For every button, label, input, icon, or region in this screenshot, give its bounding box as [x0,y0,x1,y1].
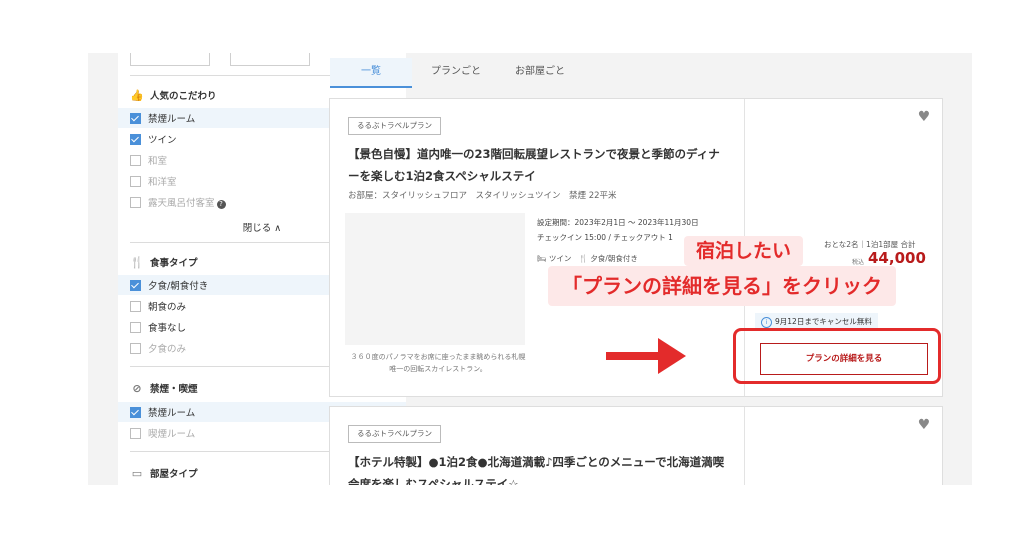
max-price-input[interactable] [230,53,310,66]
plan-badge: るるぶトラベルプラン [348,117,441,135]
room-type-tag: ツイン [548,254,572,263]
plan-title[interactable]: 【景色自慢】道内唯一の23階回転展望レストランで夜景と季節のディナーを楽しむ1泊… [348,143,728,187]
plan-badge: るるぶトラベルプラン [348,425,441,443]
plan-tags: 🛏 ツイン 🍴 夕食/朝食付き [537,253,638,264]
checkbox[interactable] [130,427,141,439]
favorite-heart-icon[interactable]: ♥ [916,417,932,433]
checkbox[interactable] [130,300,141,312]
tab-by-room[interactable]: お部屋ごと [500,58,580,86]
plan-period: 設定期間：2023年2月1日 ～ 2023年11月30日 [537,218,699,227]
view-tabs: 一覧 プランごと お部屋ごと [330,58,940,88]
annotation-line-1: 宿泊したい [684,236,804,266]
plan-card-body: るるぶトラベルプラン 【ホテル特製】●1泊2食●北海道満載♪四季ごとのメニューで… [330,407,745,485]
plan-photo[interactable] [345,213,525,345]
help-icon[interactable]: ? [216,200,226,209]
meal-tag: 夕食/朝食付き [590,254,638,263]
section-title-room-type: ▭ 部屋タイプ [131,466,198,481]
section-title-meal: 🍴 食事タイプ [130,255,198,270]
checkin-checkout: チェックイン 15:00 / チェックアウト 1 [537,233,673,242]
checkbox[interactable] [130,175,141,187]
min-price-input[interactable] [130,53,210,66]
plan-title[interactable]: 【ホテル特製】●1泊2食●北海道満載♪四季ごとのメニューで北海道満喫会席を楽しむ… [348,451,728,485]
tab-by-plan[interactable]: プランごと [416,58,496,86]
fork-knife-icon: 🍴 [130,255,144,269]
arrow-right-icon [606,338,686,374]
checkbox[interactable] [130,154,141,166]
checkbox[interactable] [130,279,141,291]
photo-caption: ３６０度のパノラマをお席に座ったまま眺められる札幌唯一の回転スカイレストラン。 [350,353,526,373]
section-title-smoking: ⊘ 禁煙・喫煙 [130,381,197,396]
bed-icon: ▭ [131,466,143,480]
plan-price: 44,000 [868,249,926,267]
no-smoking-icon: ⊘ [132,381,142,395]
plan-card: るるぶトラベルプラン 【ホテル特製】●1泊2食●北海道満載♪四季ごとのメニューで… [329,406,943,485]
fork-knife-icon: 🍴 [578,254,588,263]
info-icon: i [761,317,772,328]
bed-icon: 🛏 [537,254,547,263]
thumbs-up-icon: 👍 [130,88,144,102]
checkbox[interactable] [130,196,141,208]
highlight-box [733,328,941,384]
price-tax-label: 税込 [852,259,865,266]
favorite-heart-icon[interactable]: ♥ [916,109,932,125]
room-info: お部屋：スタイリッシュフロア スタイリッシュツイン 禁煙 22平米 [348,191,617,201]
annotation-line-2: 「プランの詳細を見る」をクリック [548,266,896,306]
checkbox[interactable] [130,342,141,354]
checkbox[interactable] [130,112,141,124]
tab-list[interactable]: 一覧 [330,58,412,88]
checkbox[interactable] [130,321,141,333]
checkbox[interactable] [130,406,141,418]
section-title-popular: 👍 人気のこだわり [130,88,217,103]
checkbox[interactable] [130,133,141,145]
